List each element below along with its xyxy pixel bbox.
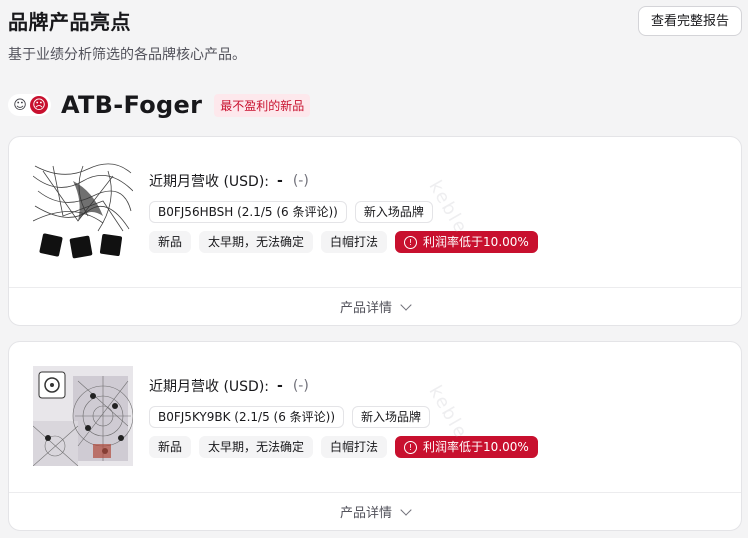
tag-row: B0FJ5KY9BK (2.1/5 (6 条评论)) 新入场品牌 <box>149 406 731 428</box>
low-margin-alert-text: 利润率低于10.00% <box>423 235 529 249</box>
product-info: 近期月营收 (USD): - (-) B0FJ56HBSH (2.1/5 (6 … <box>149 171 731 253</box>
tag-row: 新品 太早期，无法确定 白帽打法 ! 利润率低于10.00% <box>149 436 731 458</box>
white-hat-tag: 白帽打法 <box>321 231 388 253</box>
brand-badge: 最不盈利的新品 <box>214 93 311 117</box>
product-details-label: 产品详情 <box>339 301 392 316</box>
page-subtitle: 基于业绩分析筛选的各品牌核心产品。 <box>8 47 246 63</box>
brand-heading: ☺ ☹ ATB-Foger 最不盈利的新品 <box>8 90 311 120</box>
info-alert-icon: ! <box>404 440 418 454</box>
brand-sentiment-icons: ☺ ☹ <box>8 94 51 116</box>
revenue-change: (-) <box>292 173 309 189</box>
revenue-change: (-) <box>292 378 309 394</box>
product-card: 近期月营收 (USD): - (-) B0FJ5KY9BK (2.1/5 (6 … <box>8 341 742 531</box>
too-early-tag: 太早期，无法确定 <box>199 231 314 253</box>
low-margin-alert: ! 利润率低于10.00% <box>395 231 538 253</box>
product-card: 近期月营收 (USD): - (-) B0FJ56HBSH (2.1/5 (6 … <box>8 136 742 326</box>
neutral-face-icon: ☺ <box>11 96 29 114</box>
low-margin-alert-text: 利润率低于10.00% <box>423 440 529 454</box>
new-product-tag: 新品 <box>149 231 192 253</box>
product-image <box>32 366 134 467</box>
low-margin-alert: ! 利润率低于10.00% <box>395 436 538 458</box>
page-header: 品牌产品亮点 基于业绩分析筛选的各品牌核心产品。 查看完整报告 <box>8 6 742 66</box>
revenue-value: - <box>277 378 283 394</box>
product-image-spiderweb-cloth <box>32 163 134 259</box>
new-product-tag: 新品 <box>149 436 192 458</box>
product-details-label: 产品详情 <box>339 506 392 521</box>
revenue-label: 近期月营收 (USD): <box>149 174 270 190</box>
revenue-label: 近期月营收 (USD): <box>149 379 270 395</box>
sad-face-icon: ☹ <box>30 96 48 114</box>
too-early-tag: 太早期，无法确定 <box>199 436 314 458</box>
view-full-report-button[interactable]: 查看完整报告 <box>637 6 742 36</box>
product-image <box>32 161 134 261</box>
brand-name: ATB-Foger <box>61 91 203 119</box>
product-info: 近期月营收 (USD): - (-) B0FJ5KY9BK (2.1/5 (6 … <box>149 376 731 458</box>
asin-rating-tag[interactable]: B0FJ56HBSH (2.1/5 (6 条评论)) <box>149 201 347 223</box>
new-entrant-tag: 新入场品牌 <box>352 406 431 428</box>
revenue-value: - <box>277 173 283 189</box>
revenue-line: 近期月营收 (USD): - (-) <box>149 171 731 191</box>
product-details-toggle[interactable]: 产品详情 <box>9 493 741 530</box>
product-details-toggle[interactable]: 产品详情 <box>9 288 741 325</box>
white-hat-tag: 白帽打法 <box>321 436 388 458</box>
asin-rating-tag[interactable]: B0FJ5KY9BK (2.1/5 (6 条评论)) <box>149 406 345 428</box>
page-title: 品牌产品亮点 <box>8 10 131 34</box>
tag-row: B0FJ56HBSH (2.1/5 (6 条评论)) 新入场品牌 <box>149 201 731 223</box>
product-image-spiderweb-decor <box>32 366 134 467</box>
chevron-down-icon <box>400 298 412 311</box>
info-alert-icon: ! <box>404 235 418 249</box>
revenue-line: 近期月营收 (USD): - (-) <box>149 376 731 396</box>
new-entrant-tag: 新入场品牌 <box>354 201 433 223</box>
chevron-down-icon <box>400 503 412 516</box>
tag-row: 新品 太早期，无法确定 白帽打法 ! 利润率低于10.00% <box>149 231 731 253</box>
